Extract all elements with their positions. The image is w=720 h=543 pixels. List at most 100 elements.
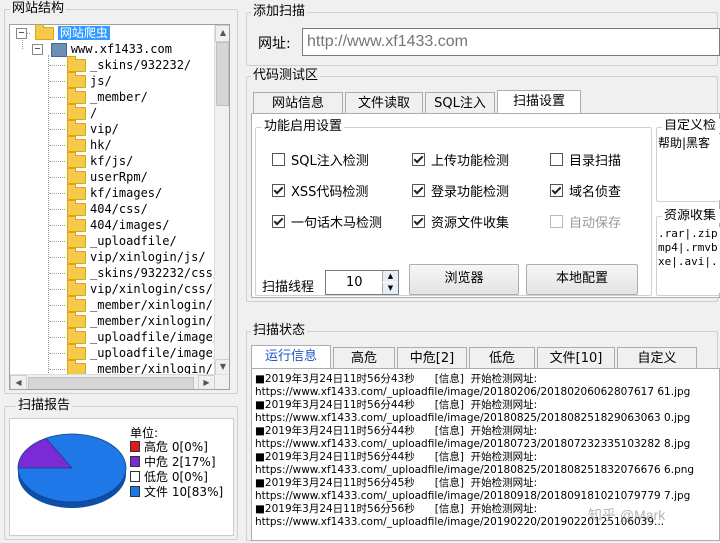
folder-icon [67,344,86,360]
custom-detect-title: 自定义检 [662,119,720,133]
tree-folder-item[interactable]: kf/js/ [67,152,133,169]
tree-folder-item[interactable]: userRpm/ [67,168,148,185]
log-entry-header: ■2019年3月24日11时56分44秒 [信息] 开始检测网址: [255,451,538,463]
option-登录功能检测[interactable]: 登录功能检测 [412,184,509,202]
tree-folder-item[interactable]: _member/ [67,88,148,105]
folder-icon [67,248,86,264]
folder-icon [67,232,86,248]
folder-icon [67,120,86,136]
checkbox[interactable] [550,153,563,166]
checkbox[interactable] [412,184,425,197]
tree-folder-item[interactable]: hk/ [67,136,112,153]
spin-up-button[interactable]: ▲ [382,271,398,282]
folder-icon [67,152,86,168]
checkbox[interactable] [412,215,425,228]
tree-folder-item[interactable]: _skins/932232/ [67,56,191,73]
tab-SQL注入[interactable]: SQL注入 [425,92,495,114]
server-icon [50,42,67,57]
option-SQL注入检测[interactable]: SQL注入检测 [272,153,369,171]
tree-folder-item[interactable]: vip/xinlogin/js/ [67,248,206,265]
scroll-thumb-vertical[interactable] [216,42,229,106]
status-tab-自定义[interactable]: 自定义 [617,347,697,369]
tree-root[interactable]: − 网站爬虫 [16,25,110,41]
option-域名侦查[interactable]: 域名侦查 [550,184,621,202]
log-entry-url: https://www.xf1433.com/_uploadfile/image… [255,386,691,398]
report-pie-chart [17,433,127,508]
tree-folder-item[interactable]: vip/xinlogin/css/ [67,280,213,297]
scroll-thumb-horizontal[interactable] [28,377,194,389]
status-tab-运行信息[interactable]: 运行信息 [251,345,331,369]
scroll-right-button[interactable]: ▶ [198,375,215,389]
option-XSS代码检测[interactable]: XSS代码检测 [272,184,368,202]
checkbox[interactable] [272,153,285,166]
legend-swatch [130,471,140,482]
folder-icon [67,216,86,232]
checkbox[interactable] [550,215,563,228]
checkbox[interactable] [550,184,563,197]
folder-icon [67,296,86,312]
scroll-up-button[interactable]: ▲ [215,25,229,42]
tree-folder-item[interactable]: _member/xinlogin/c [67,312,220,329]
watermark: 知乎 @Mark [588,507,666,523]
option-目录扫描[interactable]: 目录扫描 [550,153,621,171]
custom-detect-textarea[interactable]: 帮助|黑客 [658,134,720,200]
tree-folder-item[interactable]: _uploadfile/image/ [67,344,220,361]
checkbox[interactable] [272,215,285,228]
url-input[interactable] [302,28,720,56]
folder-icon [67,88,86,104]
folder-icon [67,280,86,296]
log-entry-header: ■2019年3月24日11时56分45秒 [信息] 开始检测网址: [255,477,538,489]
local-config-button[interactable]: 本地配置 [526,264,638,295]
tree-folder-item[interactable]: js/ [67,72,112,89]
legend-swatch [130,486,140,497]
status-tab-高危[interactable]: 高危 [333,347,395,369]
tree-folder-item[interactable]: kf/images/ [67,184,162,201]
threads-value[interactable]: 10 [346,275,363,290]
tree-folder-item[interactable]: _uploadfile/ [67,232,177,249]
scan-status-title: 扫描状态 [251,323,308,338]
option-自动保存[interactable]: 自动保存 [550,215,621,233]
log-panel[interactable]: ■2019年3月24日11时56分43秒 [信息] 开始检测网址: https:/… [251,368,720,541]
tree-folder-item[interactable]: _uploadfile/image/ [67,328,220,345]
tab-网站信息[interactable]: 网站信息 [253,92,343,114]
option-一句话木马检测[interactable]: 一句话木马检测 [272,215,382,233]
tab-文件读取[interactable]: 文件读取 [345,92,423,114]
status-tab-中危[2][interactable]: 中危[2] [397,347,467,369]
tab-扫描设置[interactable]: 扫描设置 [497,90,581,114]
log-entry-url: https://www.xf1433.com/_uploadfile/image… [255,412,691,424]
status-tab-文件[10][interactable]: 文件[10] [537,347,615,369]
folder-icon [67,56,86,72]
legend-swatch [130,441,140,452]
scroll-left-button[interactable]: ◀ [10,375,27,389]
log-entry-url: https://www.xf1433.com/_uploadfile/image… [255,464,695,476]
folder-icon [67,104,86,120]
tree-site-node[interactable]: − www.xf1433.com [32,41,172,57]
resource-title: 资源收集 [662,209,720,223]
legend-item: 文件 10[83%] [130,483,223,500]
tree-folder-item[interactable]: 404/css/ [67,200,148,217]
threads-spinner[interactable]: 10 ▲ ▼ [325,270,399,295]
folder-icon [67,312,86,328]
url-label: 网址: [258,36,291,52]
site-tree[interactable]: − 网站爬虫 − www.xf1433.com _skins/932232/js… [9,24,230,390]
tree-folder-item[interactable]: _skins/932232/css/ [67,264,220,281]
option-资源文件收集[interactable]: 资源文件收集 [412,215,509,233]
checkbox[interactable] [412,153,425,166]
checkbox[interactable] [272,184,285,197]
folder-icon [67,136,86,152]
folder-icon [67,264,86,280]
tree-folder-item[interactable]: _member/xinlogin/j [67,296,220,313]
tree-folder-item[interactable]: / [67,104,97,121]
log-entry-header: ■2019年3月24日11时56分44秒 [信息] 开始检测网址: [255,399,538,411]
feature-group-title: 功能启用设置 [262,119,345,134]
tree-folder-item[interactable]: vip/ [67,120,119,137]
log-entry-url: https://www.xf1433.com/_uploadfile/image… [255,438,691,450]
browser-button[interactable]: 浏览器 [409,264,519,295]
resource-textarea[interactable]: .rar|.zip mp4|.rmvb xe|.avi|. [658,227,720,293]
site-structure-title: 网站结构 [10,1,67,16]
log-entry-header: ■2019年3月24日11时56分44秒 [信息] 开始检测网址: [255,425,538,437]
spin-down-button[interactable]: ▼ [382,283,398,294]
option-上传功能检测[interactable]: 上传功能检测 [412,153,509,171]
status-tab-低危[interactable]: 低危 [469,347,535,369]
tree-folder-item[interactable]: 404/images/ [67,216,169,233]
